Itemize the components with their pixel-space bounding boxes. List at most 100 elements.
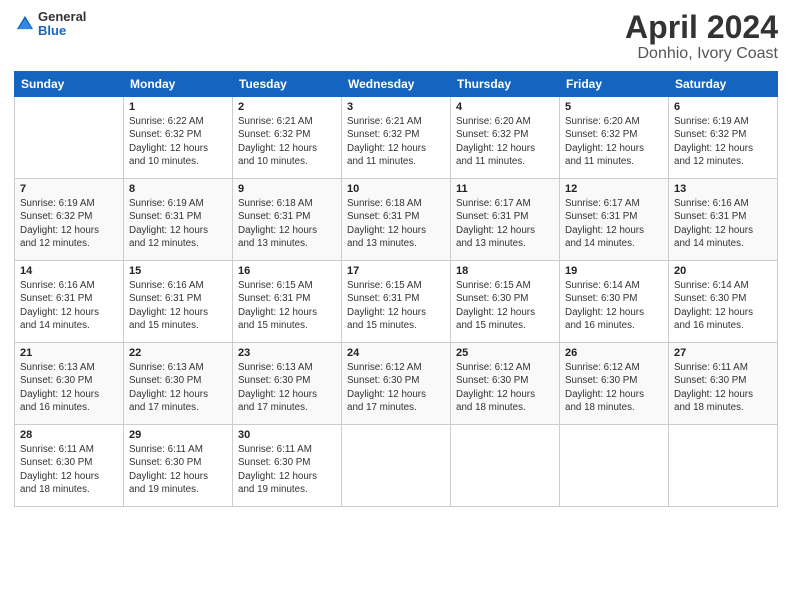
title-area: April 2024 Donhio, Ivory Coast bbox=[625, 10, 778, 63]
calendar-title: April 2024 bbox=[625, 10, 778, 45]
calendar-cell: 20 Sunrise: 6:14 AM Sunset: 6:30 PM Dayli… bbox=[669, 261, 778, 343]
day-number: 14 bbox=[20, 265, 118, 277]
day-info: Sunrise: 6:14 AM Sunset: 6:30 PM Dayligh… bbox=[565, 279, 663, 332]
day-number: 16 bbox=[238, 265, 336, 277]
day-info: Sunrise: 6:21 AM Sunset: 6:32 PM Dayligh… bbox=[347, 115, 445, 168]
day-info: Sunrise: 6:18 AM Sunset: 6:31 PM Dayligh… bbox=[238, 197, 336, 250]
calendar-cell: 27Sunrise: 6:11 AM Sunset: 6:30 PM Dayli… bbox=[669, 343, 778, 425]
day-number: 23 bbox=[238, 347, 336, 359]
day-number: 22 bbox=[129, 347, 227, 359]
day-number: 20 bbox=[674, 265, 772, 277]
calendar-cell: 26 Sunrise: 6:12 AM Sunset: 6:30 PM Dayli… bbox=[560, 343, 669, 425]
day-number: 3 bbox=[347, 101, 445, 113]
day-number: 28 bbox=[20, 429, 118, 441]
calendar-cell: 3 Sunrise: 6:21 AM Sunset: 6:32 PM Daylig… bbox=[342, 97, 451, 179]
calendar-cell bbox=[669, 425, 778, 507]
day-info: Sunrise: 6:12 AM Sunset: 6:30 PM Dayligh… bbox=[456, 361, 554, 414]
day-number: 2 bbox=[238, 101, 336, 113]
day-info: Sunrise: 6:12 AM Sunset: 6:30 PM Dayligh… bbox=[347, 361, 445, 414]
week-row-2: 14 Sunrise: 6:16 AM Sunset: 6:31 PM Dayli… bbox=[15, 261, 778, 343]
day-info: Sunrise: 6:19 AM Sunset: 6:31 PM Dayligh… bbox=[129, 197, 227, 250]
calendar-cell bbox=[451, 425, 560, 507]
calendar-cell: 1 Sunrise: 6:22 AM Sunset: 6:32 PM Daylig… bbox=[124, 97, 233, 179]
day-info: Sunrise: 6:22 AM Sunset: 6:32 PM Dayligh… bbox=[129, 115, 227, 168]
day-number: 10 bbox=[347, 183, 445, 195]
calendar-cell: 8Sunrise: 6:19 AM Sunset: 6:31 PM Daylig… bbox=[124, 179, 233, 261]
day-info: Sunrise: 6:11 AM Sunset: 6:30 PM Dayligh… bbox=[129, 443, 227, 496]
calendar-subtitle: Donhio, Ivory Coast bbox=[625, 45, 778, 63]
week-row-1: 7 Sunrise: 6:19 AM Sunset: 6:32 PM Daylig… bbox=[15, 179, 778, 261]
day-info: Sunrise: 6:11 AM Sunset: 6:30 PM Dayligh… bbox=[674, 361, 772, 414]
day-number: 4 bbox=[456, 101, 554, 113]
day-number: 11 bbox=[456, 183, 554, 195]
week-row-3: 21 Sunrise: 6:13 AM Sunset: 6:30 PM Dayli… bbox=[15, 343, 778, 425]
day-info: Sunrise: 6:12 AM Sunset: 6:30 PM Dayligh… bbox=[565, 361, 663, 414]
day-number: 29 bbox=[129, 429, 227, 441]
header-day-tuesday: Tuesday bbox=[233, 72, 342, 97]
day-info: Sunrise: 6:16 AM Sunset: 6:31 PM Dayligh… bbox=[129, 279, 227, 332]
calendar-cell: 22Sunrise: 6:13 AM Sunset: 6:30 PM Dayli… bbox=[124, 343, 233, 425]
day-number: 5 bbox=[565, 101, 663, 113]
day-number: 24 bbox=[347, 347, 445, 359]
day-number: 12 bbox=[565, 183, 663, 195]
day-number: 13 bbox=[674, 183, 772, 195]
logo: General Blue bbox=[14, 10, 86, 39]
header-row: SundayMondayTuesdayWednesdayThursdayFrid… bbox=[15, 72, 778, 97]
calendar-cell: 18Sunrise: 6:15 AM Sunset: 6:30 PM Dayli… bbox=[451, 261, 560, 343]
calendar-cell: 14Sunrise: 6:16 AM Sunset: 6:31 PM Dayli… bbox=[15, 261, 124, 343]
calendar-cell: 23 Sunrise: 6:13 AM Sunset: 6:30 PM Dayli… bbox=[233, 343, 342, 425]
day-number: 9 bbox=[238, 183, 336, 195]
day-info: Sunrise: 6:11 AM Sunset: 6:30 PM Dayligh… bbox=[238, 443, 336, 496]
day-number: 1 bbox=[129, 101, 227, 113]
header-day-saturday: Saturday bbox=[669, 72, 778, 97]
calendar-cell: 10 Sunrise: 6:18 AM Sunset: 6:31 PM Dayli… bbox=[342, 179, 451, 261]
day-number: 7 bbox=[20, 183, 118, 195]
day-info: Sunrise: 6:13 AM Sunset: 6:30 PM Dayligh… bbox=[238, 361, 336, 414]
day-number: 17 bbox=[347, 265, 445, 277]
calendar-cell: 16Sunrise: 6:15 AM Sunset: 6:31 PM Dayli… bbox=[233, 261, 342, 343]
day-number: 26 bbox=[565, 347, 663, 359]
logo-general: General bbox=[38, 10, 86, 24]
calendar-cell: 11Sunrise: 6:17 AM Sunset: 6:31 PM Dayli… bbox=[451, 179, 560, 261]
day-info: Sunrise: 6:15 AM Sunset: 6:31 PM Dayligh… bbox=[347, 279, 445, 332]
day-info: Sunrise: 6:18 AM Sunset: 6:31 PM Dayligh… bbox=[347, 197, 445, 250]
calendar-table: SundayMondayTuesdayWednesdayThursdayFrid… bbox=[14, 71, 778, 507]
day-info: Sunrise: 6:19 AM Sunset: 6:32 PM Dayligh… bbox=[674, 115, 772, 168]
day-number: 19 bbox=[565, 265, 663, 277]
day-info: Sunrise: 6:17 AM Sunset: 6:31 PM Dayligh… bbox=[565, 197, 663, 250]
calendar-cell: 6Sunrise: 6:19 AM Sunset: 6:32 PM Daylig… bbox=[669, 97, 778, 179]
calendar-cell: 15 Sunrise: 6:16 AM Sunset: 6:31 PM Dayli… bbox=[124, 261, 233, 343]
logo-blue: Blue bbox=[38, 24, 86, 38]
calendar-cell bbox=[560, 425, 669, 507]
week-row-4: 28 Sunrise: 6:11 AM Sunset: 6:30 PM Dayli… bbox=[15, 425, 778, 507]
calendar-cell: 4Sunrise: 6:20 AM Sunset: 6:32 PM Daylig… bbox=[451, 97, 560, 179]
calendar-cell: 24 Sunrise: 6:12 AM Sunset: 6:30 PM Dayli… bbox=[342, 343, 451, 425]
logo-text: General Blue bbox=[38, 10, 86, 39]
calendar-header: SundayMondayTuesdayWednesdayThursdayFrid… bbox=[15, 72, 778, 97]
header-day-wednesday: Wednesday bbox=[342, 72, 451, 97]
calendar-cell: 30 Sunrise: 6:11 AM Sunset: 6:30 PM Dayli… bbox=[233, 425, 342, 507]
day-info: Sunrise: 6:11 AM Sunset: 6:30 PM Dayligh… bbox=[20, 443, 118, 496]
calendar-cell: 28 Sunrise: 6:11 AM Sunset: 6:30 PM Dayli… bbox=[15, 425, 124, 507]
day-number: 21 bbox=[20, 347, 118, 359]
week-row-0: 1 Sunrise: 6:22 AM Sunset: 6:32 PM Daylig… bbox=[15, 97, 778, 179]
calendar-cell: 29 Sunrise: 6:11 AM Sunset: 6:30 PM Dayli… bbox=[124, 425, 233, 507]
header-day-monday: Monday bbox=[124, 72, 233, 97]
calendar-cell: 13 Sunrise: 6:16 AM Sunset: 6:31 PM Dayli… bbox=[669, 179, 778, 261]
day-info: Sunrise: 6:14 AM Sunset: 6:30 PM Dayligh… bbox=[674, 279, 772, 332]
calendar-cell: 17 Sunrise: 6:15 AM Sunset: 6:31 PM Dayli… bbox=[342, 261, 451, 343]
page: General Blue April 2024 Donhio, Ivory Co… bbox=[0, 0, 792, 612]
day-number: 25 bbox=[456, 347, 554, 359]
header-day-thursday: Thursday bbox=[451, 72, 560, 97]
calendar-cell: 21 Sunrise: 6:13 AM Sunset: 6:30 PM Dayli… bbox=[15, 343, 124, 425]
calendar-cell: 19 Sunrise: 6:14 AM Sunset: 6:30 PM Dayli… bbox=[560, 261, 669, 343]
day-info: Sunrise: 6:13 AM Sunset: 6:30 PM Dayligh… bbox=[20, 361, 118, 414]
calendar-body: 1 Sunrise: 6:22 AM Sunset: 6:32 PM Daylig… bbox=[15, 97, 778, 507]
day-info: Sunrise: 6:16 AM Sunset: 6:31 PM Dayligh… bbox=[674, 197, 772, 250]
calendar-cell: 7 Sunrise: 6:19 AM Sunset: 6:32 PM Daylig… bbox=[15, 179, 124, 261]
calendar-cell: 2Sunrise: 6:21 AM Sunset: 6:32 PM Daylig… bbox=[233, 97, 342, 179]
header-day-sunday: Sunday bbox=[15, 72, 124, 97]
day-number: 15 bbox=[129, 265, 227, 277]
day-info: Sunrise: 6:19 AM Sunset: 6:32 PM Dayligh… bbox=[20, 197, 118, 250]
day-number: 30 bbox=[238, 429, 336, 441]
